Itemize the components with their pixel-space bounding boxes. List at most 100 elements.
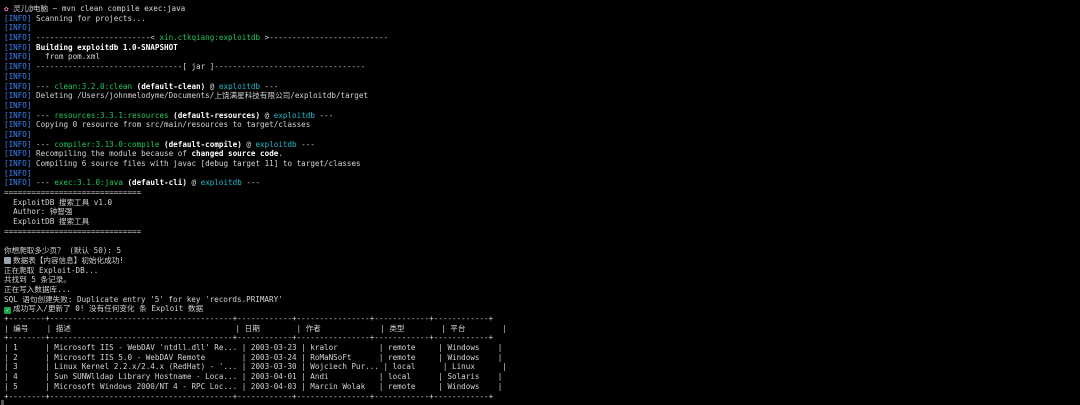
table-row: | 5 | Microsoft Windows 2000/NT 4 - RPC … (4, 381, 503, 391)
info-tag: [INFO] (4, 139, 32, 149)
success-line: ✓ 成功写入/更新了 0! 没有任何变化 条 Exploit 数据 (4, 304, 1080, 314)
info-tag: [INFO] (4, 159, 32, 168)
banner-author: Author: 钟智强 (4, 207, 73, 217)
log-line: [INFO] (4, 130, 1080, 140)
table-row: | 2 | Microsoft IIS 5.0 - WebDAV Remote … (4, 352, 503, 362)
floppy-disk-icon (4, 256, 11, 264)
info-tag: [INFO] (4, 149, 32, 159)
success-text: 成功写入/更新了 0! 没有任何变化 条 Exploit 数据 (13, 304, 204, 314)
project-name: exploitdb (255, 139, 297, 149)
log-text: Copying 0 resource from src/main/resourc… (36, 120, 311, 130)
log-text: --- (241, 178, 261, 188)
log-line: [INFO] -------------------------< xin.ct… (4, 33, 1080, 43)
writing-line: 正在写入数据库... (4, 284, 71, 294)
prompt-command: 灵儿@电脑 ~ mvn clean compile exec:java (13, 4, 186, 13)
goal-name: (default-compile) (159, 139, 242, 149)
table-row: | 1 | Microsoft IIS - WebDAV 'ntdll.dll'… (4, 343, 503, 353)
log-line: [INFO] (4, 169, 1080, 179)
log-line: [INFO] (4, 23, 1080, 33)
log-line: [INFO] Deleting /Users/johnmelodyme/Docu… (4, 91, 1080, 101)
log-text: -------------------------< (36, 33, 160, 43)
table-row: | 3 | Linux Kernel 2.2.x/2.4.x (RedHat) … (4, 362, 507, 372)
log-line: [INFO] from pom.xml (4, 52, 1080, 62)
check-mark-icon: ✓ (4, 307, 11, 314)
sql-error-line: SQL 语句创建失败: Duplicate entry '5' for key … (4, 294, 283, 304)
banner-subtitle: ExploitDB 搜索工具 (4, 217, 90, 227)
build-title: Building exploitdb 1.0-SNAPSHOT (36, 42, 178, 52)
info-tag: [INFO] (4, 52, 32, 62)
log-text: @ (186, 178, 201, 188)
table-border-bottom: +--------+------------------------------… (4, 391, 494, 401)
info-tag: [INFO] (4, 110, 32, 120)
log-line: [INFO] --- resources:3.3.1:resources (de… (4, 111, 1080, 121)
log-text: @ (205, 81, 219, 91)
log-text: . (278, 149, 283, 159)
goal-name: (default-resources) (168, 110, 261, 120)
log-line: [INFO] --- clean:3.2.0:clean (default-cl… (4, 82, 1080, 92)
log-text: @ (241, 139, 256, 149)
info-tag: [INFO] (4, 168, 32, 178)
artifact-id: xin.ctkqiang:exploitdb (159, 33, 261, 43)
log-text: --- (36, 110, 55, 120)
info-tag: [INFO] (4, 91, 32, 101)
log-text: --------------------------------[ jar ]-… (36, 62, 366, 72)
table-header: | 编号 | 描述 | 日期 | 作者 | 类型 | 平台 | (4, 323, 507, 333)
plugin-name: compiler:3.13.0:compile (54, 139, 160, 149)
log-line: [INFO] (4, 72, 1080, 82)
project-name: exploitdb (200, 178, 242, 188)
log-text: @ (260, 110, 274, 120)
log-text: --- (36, 81, 55, 91)
log-line: [INFO] Scanning for projects... (4, 14, 1080, 24)
info-tag: [INFO] (4, 62, 32, 72)
log-line: [INFO] --- exec:3.1.0:java (default-cli)… (4, 178, 1080, 188)
db-init-text: 数据表【内容信息】初始化成功! (13, 255, 124, 265)
info-tag: [INFO] (4, 81, 32, 91)
plugin-name: resources:3.3.1:resources (54, 110, 169, 120)
banner-title: ExploitDB 搜索工具 v1.0 (4, 197, 113, 207)
info-tag: [INFO] (4, 42, 32, 52)
log-line: [INFO] Copying 0 resource from src/main/… (4, 120, 1080, 130)
terminal-cursor (1, 400, 4, 405)
log-text: Recompiling the module because of (36, 149, 192, 159)
found-line: 共找到 5 条记录。 (4, 275, 71, 285)
project-name: exploitdb (218, 81, 261, 91)
log-line: [INFO] --------------------------------[… (4, 62, 1080, 72)
log-text: Scanning for projects... (36, 13, 146, 23)
plugin-name: clean:3.2.0:clean (54, 81, 133, 91)
log-text: from pom.xml (36, 52, 101, 62)
info-tag: [INFO] (4, 129, 32, 139)
info-tag: [INFO] (4, 100, 32, 110)
crawling-line: 正在爬取 Exploit-DB... (4, 265, 99, 275)
info-tag: [INFO] (4, 23, 32, 33)
project-name: exploitdb (273, 110, 315, 120)
log-emphasis: changed source code (191, 149, 279, 159)
goal-name: (default-cli) (122, 178, 187, 188)
log-line: [INFO] Recompiling the module because of… (4, 149, 1080, 159)
info-tag: [INFO] (4, 33, 32, 43)
log-line: [INFO] Compiling 6 source files with jav… (4, 159, 1080, 169)
prompt-line: ✿ 灵儿@电脑 ~ mvn clean compile exec:java (4, 4, 1080, 14)
table-border-top: +--------+------------------------------… (4, 314, 494, 323)
log-text: Deleting /Users/johnmelodyme/Documents/上… (36, 91, 368, 101)
db-init-line: 数据表【内容信息】初始化成功! (4, 256, 1080, 266)
log-line: [INFO] (4, 101, 1080, 111)
log-text: --- (36, 139, 55, 149)
log-text: >-------------------------- (260, 33, 389, 43)
goal-name: (default-clean) (132, 81, 206, 91)
plugin-name: exec:3.1.0:java (54, 178, 123, 188)
log-text: --- (36, 178, 55, 188)
pages-prompt: 你想爬取多少页？ (默认 50): 5 (4, 246, 122, 256)
table-row: | 4 | Sun SUNWlldap Library Hostname - L… (4, 372, 503, 382)
info-tag: [INFO] (4, 120, 32, 130)
log-line: [INFO] --- compiler:3.13.0:compile (defa… (4, 140, 1080, 150)
info-tag: [INFO] (4, 13, 32, 23)
log-text: --- (314, 110, 334, 120)
log-text: --- (296, 139, 315, 149)
flower-icon: ✿ (4, 4, 9, 13)
banner-rule: ============================== (4, 188, 142, 198)
log-text: --- (260, 81, 279, 91)
banner-rule: ============================== (4, 226, 142, 236)
terminal-window[interactable]: ✿ 灵儿@电脑 ~ mvn clean compile exec:java [I… (0, 0, 1080, 405)
log-line: [INFO] Building exploitdb 1.0-SNAPSHOT (4, 43, 1080, 53)
